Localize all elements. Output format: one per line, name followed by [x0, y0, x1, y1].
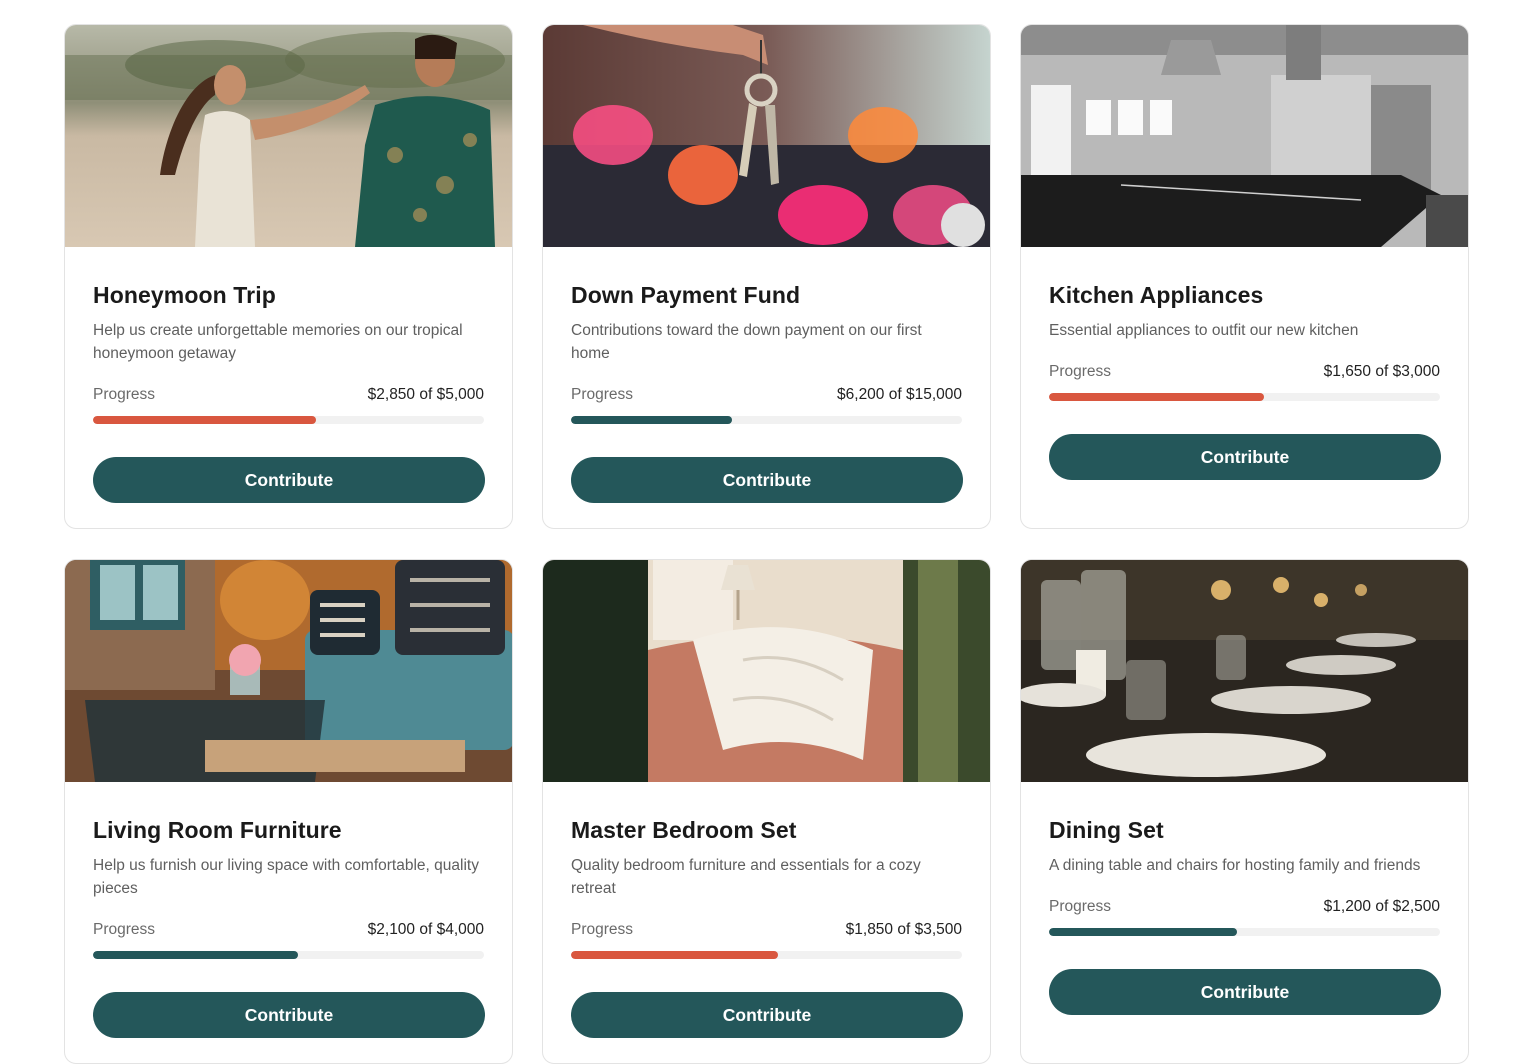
- card-image-modern-kitchen: [1021, 25, 1468, 247]
- card-description: Contributions toward the down payment on…: [571, 322, 922, 362]
- contribute-button[interactable]: Contribute: [571, 457, 963, 503]
- contribute-button[interactable]: Contribute: [1049, 969, 1441, 1015]
- progress-row: Progress $1,200 of $2,500: [1049, 896, 1440, 918]
- progress-amount: $2,850 of $5,000: [367, 386, 484, 403]
- registry-grid: Honeymoon Trip Help us create unforgetta…: [64, 24, 1469, 1064]
- registry-card-bedroom: Master Bedroom Set Quality bedroom furni…: [542, 559, 991, 1064]
- card-title: Master Bedroom Set: [571, 817, 797, 843]
- contribute-button[interactable]: Contribute: [1049, 434, 1441, 480]
- card-title: Living Room Furniture: [93, 817, 342, 843]
- card-description: Essential appliances to outfit our new k…: [1049, 322, 1359, 339]
- progress-label: Progress: [571, 921, 634, 938]
- contribute-button[interactable]: Contribute: [93, 992, 485, 1038]
- card-title: Dining Set: [1049, 817, 1164, 843]
- card-description: Quality bedroom furniture and essentials…: [571, 857, 921, 897]
- progress-bar: [1049, 393, 1440, 401]
- registry-card-dining: Dining Set A dining table and chairs for…: [1020, 559, 1469, 1064]
- progress-amount: $1,200 of $2,500: [1323, 898, 1440, 915]
- registry-card-honeymoon: Honeymoon Trip Help us create unforgetta…: [64, 24, 513, 529]
- progress-row: Progress $6,200 of $15,000: [571, 384, 962, 406]
- card-image-bedroom-bed: [543, 560, 990, 782]
- progress-label: Progress: [571, 386, 634, 403]
- progress-label: Progress: [1049, 898, 1112, 915]
- progress-fill: [1049, 393, 1265, 401]
- progress-fill: [571, 416, 733, 424]
- card-title: Down Payment Fund: [571, 282, 801, 308]
- progress-bar: [1049, 928, 1440, 936]
- card-description: Help us furnish our living space with co…: [93, 857, 479, 897]
- progress-label: Progress: [1049, 363, 1112, 380]
- progress-fill: [93, 951, 299, 959]
- progress-bar: [93, 951, 484, 959]
- progress-label: Progress: [93, 386, 156, 403]
- progress-amount: $1,650 of $3,000: [1323, 363, 1440, 380]
- card-description: A dining table and chairs for hosting fa…: [1049, 857, 1421, 874]
- progress-row: Progress $2,850 of $5,000: [93, 384, 484, 406]
- progress-row: Progress $1,850 of $3,500: [571, 919, 962, 941]
- progress-row: Progress $2,100 of $4,000: [93, 919, 484, 941]
- progress-fill: [1049, 928, 1237, 936]
- contribute-button[interactable]: Contribute: [571, 992, 963, 1038]
- card-title: Kitchen Appliances: [1049, 282, 1264, 308]
- progress-fill: [93, 416, 316, 424]
- card-image-couple-on-beach: [65, 25, 512, 247]
- progress-bar: [93, 416, 484, 424]
- progress-bar: [571, 416, 962, 424]
- card-description: Help us create unforgettable memories on…: [93, 322, 463, 362]
- progress-fill: [571, 951, 778, 959]
- progress-amount: $2,100 of $4,000: [367, 921, 484, 938]
- contribute-button[interactable]: Contribute: [93, 457, 485, 503]
- card-title: Honeymoon Trip: [93, 282, 276, 308]
- card-image-house-keys: [543, 25, 990, 247]
- progress-label: Progress: [93, 921, 156, 938]
- progress-amount: $6,200 of $15,000: [837, 386, 962, 403]
- progress-bar: [571, 951, 962, 959]
- card-image-dining-table: [1021, 560, 1468, 782]
- progress-amount: $1,850 of $3,500: [845, 921, 962, 938]
- progress-row: Progress $1,650 of $3,000: [1049, 361, 1440, 383]
- registry-card-kitchen: Kitchen Appliances Essential appliances …: [1020, 24, 1469, 529]
- registry-card-living-room: Living Room Furniture Help us furnish ou…: [64, 559, 513, 1064]
- card-image-living-room-sofa: [65, 560, 512, 782]
- registry-card-down-payment: Down Payment Fund Contributions toward t…: [542, 24, 991, 529]
